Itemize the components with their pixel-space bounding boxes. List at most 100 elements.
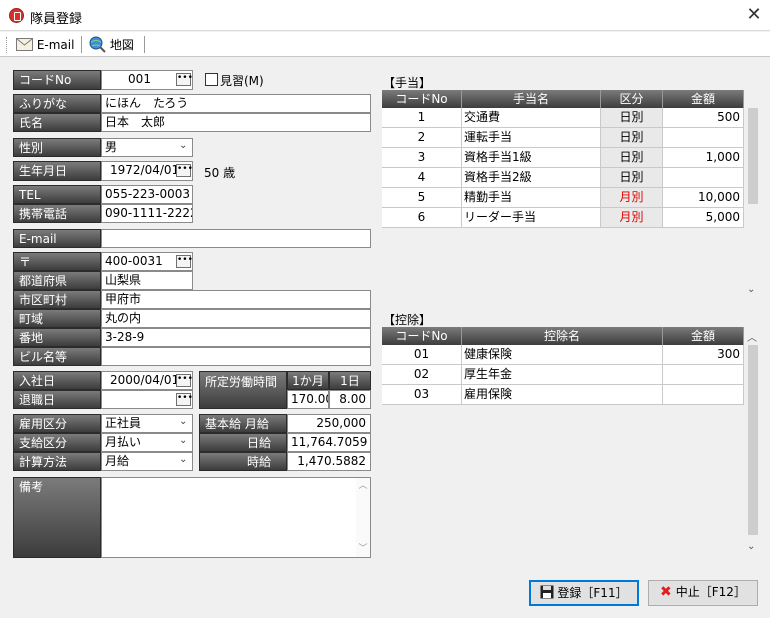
email-input[interactable] [101, 229, 371, 248]
name-input[interactable]: 日本 太郎 [101, 113, 371, 132]
table-row[interactable]: 6 リーダー手当 月別 5,000 [382, 208, 744, 228]
allowance-scrollbar[interactable]: ⌄ [745, 108, 759, 300]
zip-lookup-button[interactable]: ••• [176, 255, 193, 268]
deduction-cell-name[interactable]: 健康保険 [462, 345, 663, 365]
chevron-down-icon[interactable]: ⌄ [179, 140, 187, 151]
day-hours-input[interactable]: 8.00 [329, 390, 371, 409]
allowance-cell-type[interactable]: 月別 [601, 188, 663, 208]
map-button[interactable]: 地図 [89, 35, 134, 55]
chevron-up-icon[interactable]: ︿ [747, 329, 757, 344]
deduction-cell-name[interactable]: 厚生年金 [462, 365, 663, 385]
deduction-cell-code[interactable]: 02 [382, 365, 462, 385]
trainee-label: 見習(M) [220, 74, 264, 88]
allowance-cell-amount[interactable]: 5,000 [663, 208, 744, 228]
allowance-header-amount[interactable]: 金額 [663, 90, 744, 108]
table-row[interactable]: 2 運転手当 日別 [382, 128, 744, 148]
allowance-cell-amount[interactable] [663, 168, 744, 188]
join-date-picker-button[interactable]: ••• [176, 374, 193, 387]
city-input[interactable]: 甲府市 [101, 290, 371, 309]
tel-input[interactable]: 055-223-0003 [101, 185, 193, 204]
allowance-cell-name[interactable]: 交通費 [462, 108, 601, 128]
allowance-cell-amount[interactable]: 1,000 [663, 148, 744, 168]
tel-label: TEL [13, 185, 101, 204]
mobile-input[interactable]: 090-1111-2222 [101, 204, 193, 223]
scroll-thumb[interactable] [748, 345, 758, 535]
deduction-cell-code[interactable]: 03 [382, 385, 462, 405]
leave-date-picker-button[interactable]: ••• [176, 393, 193, 406]
allowance-header-code[interactable]: コードNo [382, 90, 462, 108]
pay-type-value: 月払い [105, 435, 142, 449]
allowance-cell-type[interactable]: 日別 [601, 108, 663, 128]
address-input[interactable]: 3-28-9 [101, 328, 371, 347]
deduction-cell-name[interactable]: 雇用保険 [462, 385, 663, 405]
notes-scrollbar[interactable]: ︿ ﹀ [356, 478, 370, 557]
allowance-header-row: コードNo 手当名 区分 金額 [382, 90, 744, 108]
daily-wage-label: 日給 [199, 433, 287, 452]
register-button[interactable]: 登録［F11］ [529, 580, 639, 606]
allowance-cell-code[interactable]: 1 [382, 108, 462, 128]
deduction-cell-amount[interactable] [663, 365, 744, 385]
allowance-cell-name[interactable]: 運転手当 [462, 128, 601, 148]
table-row[interactable]: 03 雇用保険 [382, 385, 744, 405]
table-row[interactable]: 02 厚生年金 [382, 365, 744, 385]
zip-label: 〒 [13, 252, 101, 271]
deduction-scrollbar[interactable]: ︿ ⌄ [745, 327, 759, 559]
email-label: E-mail [13, 229, 101, 248]
allowance-cell-code[interactable]: 2 [382, 128, 462, 148]
month-hours-input[interactable]: 170.00 [287, 390, 329, 409]
deduction-header-code[interactable]: コードNo [382, 327, 462, 345]
chevron-down-icon[interactable]: ⌄ [747, 284, 755, 295]
deduction-cell-code[interactable]: 01 [382, 345, 462, 365]
scroll-thumb[interactable] [748, 108, 758, 204]
allowance-cell-amount[interactable]: 500 [663, 108, 744, 128]
close-icon[interactable]: ✕ [742, 4, 766, 26]
allowance-header-type[interactable]: 区分 [601, 90, 663, 108]
chevron-down-icon[interactable]: ⌄ [747, 541, 755, 552]
allowance-cell-code[interactable]: 3 [382, 148, 462, 168]
allowance-cell-name[interactable]: リーダー手当 [462, 208, 601, 228]
title-bar [0, 0, 770, 31]
notes-textarea[interactable] [101, 477, 371, 558]
code-lookup-button[interactable]: ••• [176, 73, 193, 86]
cancel-button[interactable]: ✖ 中止［F12］ [648, 580, 758, 606]
building-input[interactable] [101, 347, 371, 366]
email-button[interactable]: E-mail [16, 35, 74, 55]
address-label: 番地 [13, 328, 101, 347]
allowance-cell-type[interactable]: 月別 [601, 208, 663, 228]
table-row[interactable]: 01 健康保険 300 [382, 345, 744, 365]
trainee-checkbox[interactable] [205, 73, 218, 86]
birthdate-picker-button[interactable]: ••• [176, 164, 193, 177]
allowance-cell-code[interactable]: 4 [382, 168, 462, 188]
deduction-header-name[interactable]: 控除名 [462, 327, 663, 345]
chevron-down-icon[interactable]: ⌄ [179, 416, 187, 427]
chevron-up-icon[interactable]: ︿ [356, 478, 370, 491]
chevron-down-icon[interactable]: ⌄ [179, 435, 187, 446]
allowance-cell-type[interactable]: 日別 [601, 148, 663, 168]
furigana-input[interactable]: にほん たろう [101, 94, 371, 113]
allowance-cell-name[interactable]: 資格手当2級 [462, 168, 601, 188]
allowance-cell-amount[interactable] [663, 128, 744, 148]
allowance-cell-name[interactable]: 精勤手当 [462, 188, 601, 208]
chevron-down-icon[interactable]: ﹀ [356, 541, 370, 554]
base-salary-input[interactable]: 250,000 [287, 414, 371, 433]
table-row[interactable]: 5 精勤手当 月別 10,000 [382, 188, 744, 208]
deduction-header-amount[interactable]: 金額 [663, 327, 744, 345]
table-row[interactable]: 1 交通費 日別 500 [382, 108, 744, 128]
allowance-header-name[interactable]: 手当名 [462, 90, 601, 108]
allowance-cell-code[interactable]: 5 [382, 188, 462, 208]
chevron-down-icon[interactable]: ⌄ [179, 454, 187, 465]
allowance-cell-code[interactable]: 6 [382, 208, 462, 228]
deduction-cell-amount[interactable] [663, 385, 744, 405]
allowance-grid: コードNo 手当名 区分 金額 1 交通費 日別 500 2 運転手当 日別 3 資格手当1級日… [382, 90, 759, 300]
allowance-cell-type[interactable]: 日別 [601, 168, 663, 188]
table-row[interactable]: 4 資格手当2級 日別 [382, 168, 744, 188]
allowance-cell-amount[interactable]: 10,000 [663, 188, 744, 208]
prefecture-input[interactable]: 山梨県 [101, 271, 193, 290]
deduction-cell-amount[interactable]: 300 [663, 345, 744, 365]
allowance-cell-type[interactable]: 日別 [601, 128, 663, 148]
table-row[interactable]: 3 資格手当1級 日別 1,000 [382, 148, 744, 168]
email-button-label: E-mail [36, 38, 75, 52]
allowance-cell-name[interactable]: 資格手当1級 [462, 148, 601, 168]
town-input[interactable]: 丸の内 [101, 309, 371, 328]
hourly-wage-value: 1,470.5882 [287, 452, 371, 471]
